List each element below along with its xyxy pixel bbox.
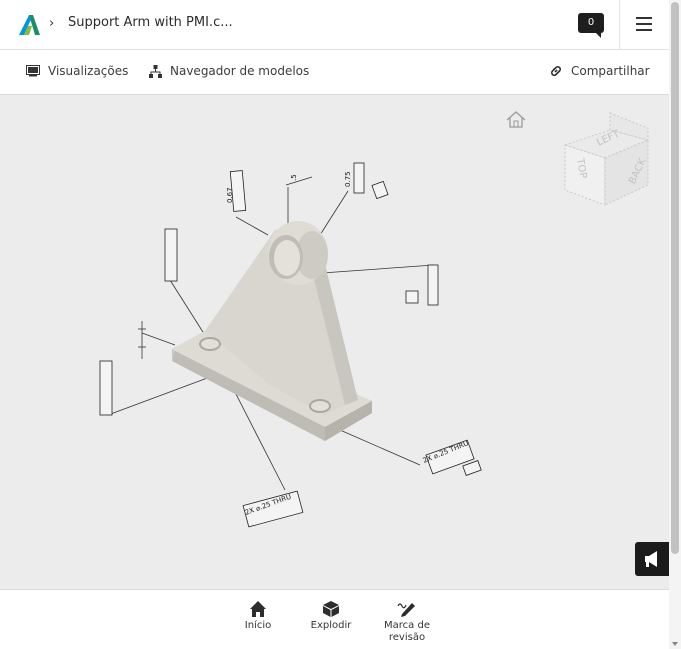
file-title[interactable]: Support Arm with PMI.c... [68, 15, 233, 30]
model-browser-label: Navegador de modelos [170, 64, 310, 78]
markup-label: Marca de revisão [384, 620, 430, 643]
comments-button[interactable]: 0 [578, 13, 604, 38]
home-view-icon[interactable] [505, 110, 527, 130]
breadcrumb-chevron-icon: › [49, 16, 55, 31]
page-scrollbar[interactable] [669, 0, 681, 649]
3d-viewport[interactable]: .5 0.67 0.75 2X ⌀.25 THRU 2X ⌀.25 THRU L… [0, 95, 669, 589]
model-tree-icon [149, 64, 162, 78]
viewer-app: › Support Arm with PMI.c... 0 Visualizaç… [0, 0, 681, 649]
dim-right-top: 0.75 [344, 171, 352, 187]
autodesk-logo-icon[interactable] [17, 13, 41, 37]
link-icon [551, 66, 561, 76]
explode-button[interactable]: Explodir [301, 600, 361, 632]
markup-button[interactable]: Marca de revisão [376, 600, 438, 644]
announcements-button[interactable] [635, 542, 669, 576]
bottom-toolbar: Início Explodir Marca de revisão [0, 589, 669, 649]
viewcube[interactable]: LEFT BACK TOP [560, 110, 655, 210]
toolbar: Visualizações Navegador de modelos Compa… [0, 51, 669, 95]
share-label: Compartilhar [571, 64, 650, 78]
dim-top-center: .5 [290, 174, 298, 181]
hamburger-menu-icon[interactable] [636, 17, 652, 31]
scroll-down-arrow-icon[interactable] [672, 642, 678, 646]
share-button[interactable]: Compartilhar [549, 64, 650, 78]
top-bar: › Support Arm with PMI.c... 0 [0, 0, 669, 50]
model-browser-button[interactable]: Navegador de modelos [149, 64, 309, 78]
divider [619, 0, 620, 50]
megaphone-icon [645, 551, 657, 567]
explode-cube-icon [323, 601, 339, 617]
dim-left-top: 0.67 [226, 187, 234, 203]
scrollbar-thumb[interactable] [671, 2, 679, 554]
explode-label: Explodir [310, 620, 352, 631]
home-label: Início [244, 620, 272, 631]
pen-markup-icon [397, 603, 415, 617]
views-label: Visualizações [48, 64, 129, 78]
home-icon [250, 601, 266, 617]
home-button[interactable]: Início [228, 600, 288, 632]
monitor-icon [26, 65, 40, 77]
views-button[interactable]: Visualizações [26, 64, 128, 78]
